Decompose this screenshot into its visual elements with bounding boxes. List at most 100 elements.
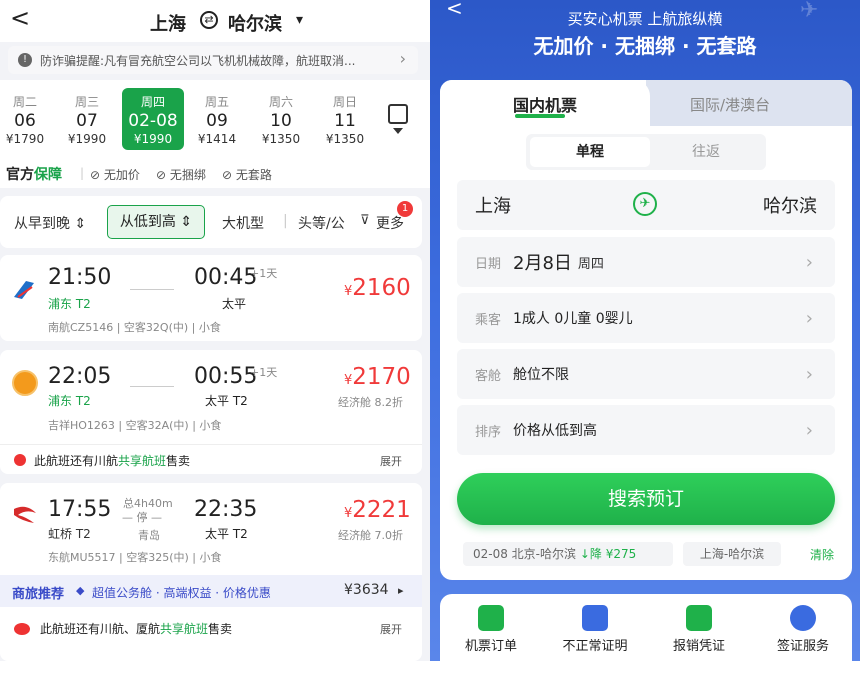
business-text: 超值公务舱 · 高端权益 · 价格优惠	[92, 586, 271, 600]
airline-logo-icon	[12, 505, 38, 525]
globe-icon	[790, 605, 816, 631]
next-day-tag: +1天	[250, 267, 278, 280]
arr-airport: 太平 T2	[205, 527, 248, 541]
proof-icon	[582, 605, 608, 631]
guarantee-item: ⊘ 无捆绑	[156, 168, 206, 182]
receipt-icon	[686, 605, 712, 631]
flight-info: 东航MU5517 | 空客325(中) | 小食	[48, 551, 222, 564]
dep-time: 22:05	[48, 364, 112, 389]
chevron-right-icon: ›	[805, 251, 813, 273]
sort-bar: 从早到晚 ⇕ 从低到高 ⇕ 大机型 | 头等/公 ⊽ 更多 1	[0, 196, 422, 248]
arr-time: 00:55	[194, 364, 258, 389]
flight-card[interactable]: 21:50 浦东 T2 00:45 +1天 太平 南航CZ5146 | 空客32…	[0, 255, 422, 341]
search-button[interactable]: 搜索预订	[457, 473, 835, 525]
date-chip[interactable]: 周日 11 ¥1350	[316, 88, 374, 150]
sort-early-late[interactable]: 从早到晚 ⇕	[14, 213, 86, 233]
trip-round[interactable]: 往返	[650, 137, 762, 167]
discount: 经济舱 8.2折	[338, 396, 403, 409]
filter-icon[interactable]: ⊽	[360, 213, 370, 228]
date-chip[interactable]: 周六 10 ¥1350	[252, 88, 310, 150]
arr-airport: 太平 T2	[205, 394, 248, 408]
service-irregular-proof[interactable]: 不正常证明	[555, 605, 635, 654]
flight-info: 南航CZ5146 | 空客32Q(中) | 小食	[48, 321, 221, 334]
chevron-down-icon[interactable]: ▾	[296, 12, 303, 28]
shared-flight-text: 此航班还有川航共享航班售卖	[34, 454, 191, 468]
clear-history[interactable]: 清除	[810, 546, 834, 563]
airline-logo-icon	[12, 277, 36, 301]
chevron-right-icon: ▸	[398, 584, 404, 597]
filter-badge: 1	[397, 201, 413, 217]
tab-domestic[interactable]: 国内机票	[440, 80, 650, 128]
calendar-caret-icon	[393, 128, 403, 134]
date-chip[interactable]: 周二 06 ¥1790	[0, 88, 54, 150]
swap-plane-icon[interactable]: ✈	[633, 192, 657, 216]
sort-big-plane[interactable]: 大机型	[222, 213, 264, 233]
stop-tag: — 停 —	[122, 511, 162, 524]
filter-more[interactable]: 更多	[376, 213, 404, 233]
info-icon: !	[18, 53, 32, 67]
shared-flight-icon	[14, 623, 30, 635]
route-to[interactable]: 哈尔滨	[763, 192, 817, 218]
passenger-field[interactable]: 乘客 1成人 0儿童 0婴儿 ›	[457, 293, 835, 343]
price: ¥2170	[344, 364, 411, 390]
chevron-right-icon: ›	[805, 419, 813, 441]
date-chip-selected[interactable]: 周四 02-08 ¥1990	[122, 88, 184, 150]
route-origin[interactable]: 上海	[150, 10, 186, 36]
swap-icon[interactable]: ⇄	[200, 11, 218, 29]
sort-first-class[interactable]: 头等/公	[298, 213, 345, 233]
flight-info: 吉祥HO1263 | 空客32A(中) | 小食	[48, 419, 222, 432]
route-from[interactable]: 上海	[475, 192, 511, 218]
fraud-notice[interactable]: ! 防诈骗提醒:凡有冒充航空公司以飞机机械故障，航班取消... ›	[8, 46, 418, 74]
business-price: ¥3634	[344, 582, 389, 598]
dep-airport: 虹桥 T2	[48, 527, 91, 541]
trip-oneway[interactable]: 单程	[530, 137, 650, 167]
arr-time: 22:35	[194, 497, 258, 522]
route-field[interactable]: 上海 ✈ 哈尔滨	[457, 180, 835, 230]
tab-indicator	[515, 114, 565, 118]
flight-card[interactable]: 17:55 虹桥 T2 总4h40m — 停 — 青岛 22:35 太平 T2 …	[0, 483, 422, 661]
history-chip[interactable]: 02-08 北京-哈尔滨 ↓降 ¥275	[463, 542, 673, 566]
chevron-right-icon: ›	[805, 307, 813, 329]
next-day-tag: +1天	[250, 366, 278, 379]
date-chip[interactable]: 周三 07 ¥1990	[58, 88, 116, 150]
guarantee-brand: 官方保障	[6, 167, 62, 183]
dep-time: 17:55	[48, 497, 112, 522]
trip-toggle: 单程 往返	[526, 134, 766, 170]
header-bar: < 上海 ⇄ 哈尔滨 ▾	[0, 0, 430, 42]
sort-low-high[interactable]: 从低到高 ⇕	[107, 205, 205, 239]
notice-text: 防诈骗提醒:凡有冒充航空公司以飞机机械故障，航班取消...	[40, 54, 356, 68]
guarantee-item: ⊘ 无套路	[222, 168, 272, 182]
tab-intl[interactable]: 国际/港澳台	[690, 94, 770, 115]
date-field[interactable]: 日期 2月8日 周四 ›	[457, 237, 835, 287]
shared-flight-text: 此航班还有川航、厦航共享航班售卖	[40, 622, 233, 636]
slogan-line1: 买安心机票 上航旅纵横	[567, 10, 723, 28]
chevron-right-icon: ›	[399, 49, 406, 68]
service-flight-orders[interactable]: 机票订单	[451, 605, 531, 654]
cabin-field[interactable]: 客舱 舱位不限 ›	[457, 349, 835, 399]
discount: 经济舱 7.0折	[338, 529, 403, 542]
guarantee-bar: 官方保障 | ⊘ 无加价 ⊘ 无捆绑 ⊘ 无套路	[0, 160, 430, 188]
guarantee-item: ⊘ 无加价	[90, 168, 140, 182]
arr-time: 00:45	[194, 265, 258, 290]
price: ¥2221	[344, 497, 411, 523]
expand-link[interactable]: 展开	[380, 453, 402, 469]
expand-link[interactable]: 展开	[380, 621, 402, 637]
stop-city: 青岛	[138, 529, 160, 542]
chevron-right-icon: ›	[805, 363, 813, 385]
route-destination[interactable]: 哈尔滨	[228, 10, 282, 36]
diamond-icon: ◆	[76, 584, 85, 597]
history-chip[interactable]: 上海-哈尔滨	[683, 542, 781, 566]
order-icon	[478, 605, 504, 631]
calendar-icon[interactable]	[388, 104, 408, 124]
flight-card[interactable]: 22:05 浦东 T2 00:55 +1天 太平 T2 吉祥HO1263 | 空…	[0, 350, 422, 474]
date-chip[interactable]: 周五 09 ¥1414	[188, 88, 246, 150]
business-recommend-bar[interactable]: 商旅推荐 ◆ 超值公务舱 · 高端权益 · 价格优惠 ¥3634 ▸	[0, 575, 422, 607]
business-tag: 商旅推荐	[12, 587, 65, 602]
shared-flight-icon	[14, 454, 26, 466]
dep-airport: 浦东 T2	[48, 394, 91, 408]
price: ¥2160	[344, 275, 411, 301]
back-button[interactable]: <	[10, 4, 30, 32]
sort-field[interactable]: 排序 价格从低到高 ›	[457, 405, 835, 455]
service-visa[interactable]: 签证服务	[763, 605, 843, 654]
service-receipt[interactable]: 报销凭证	[659, 605, 739, 654]
